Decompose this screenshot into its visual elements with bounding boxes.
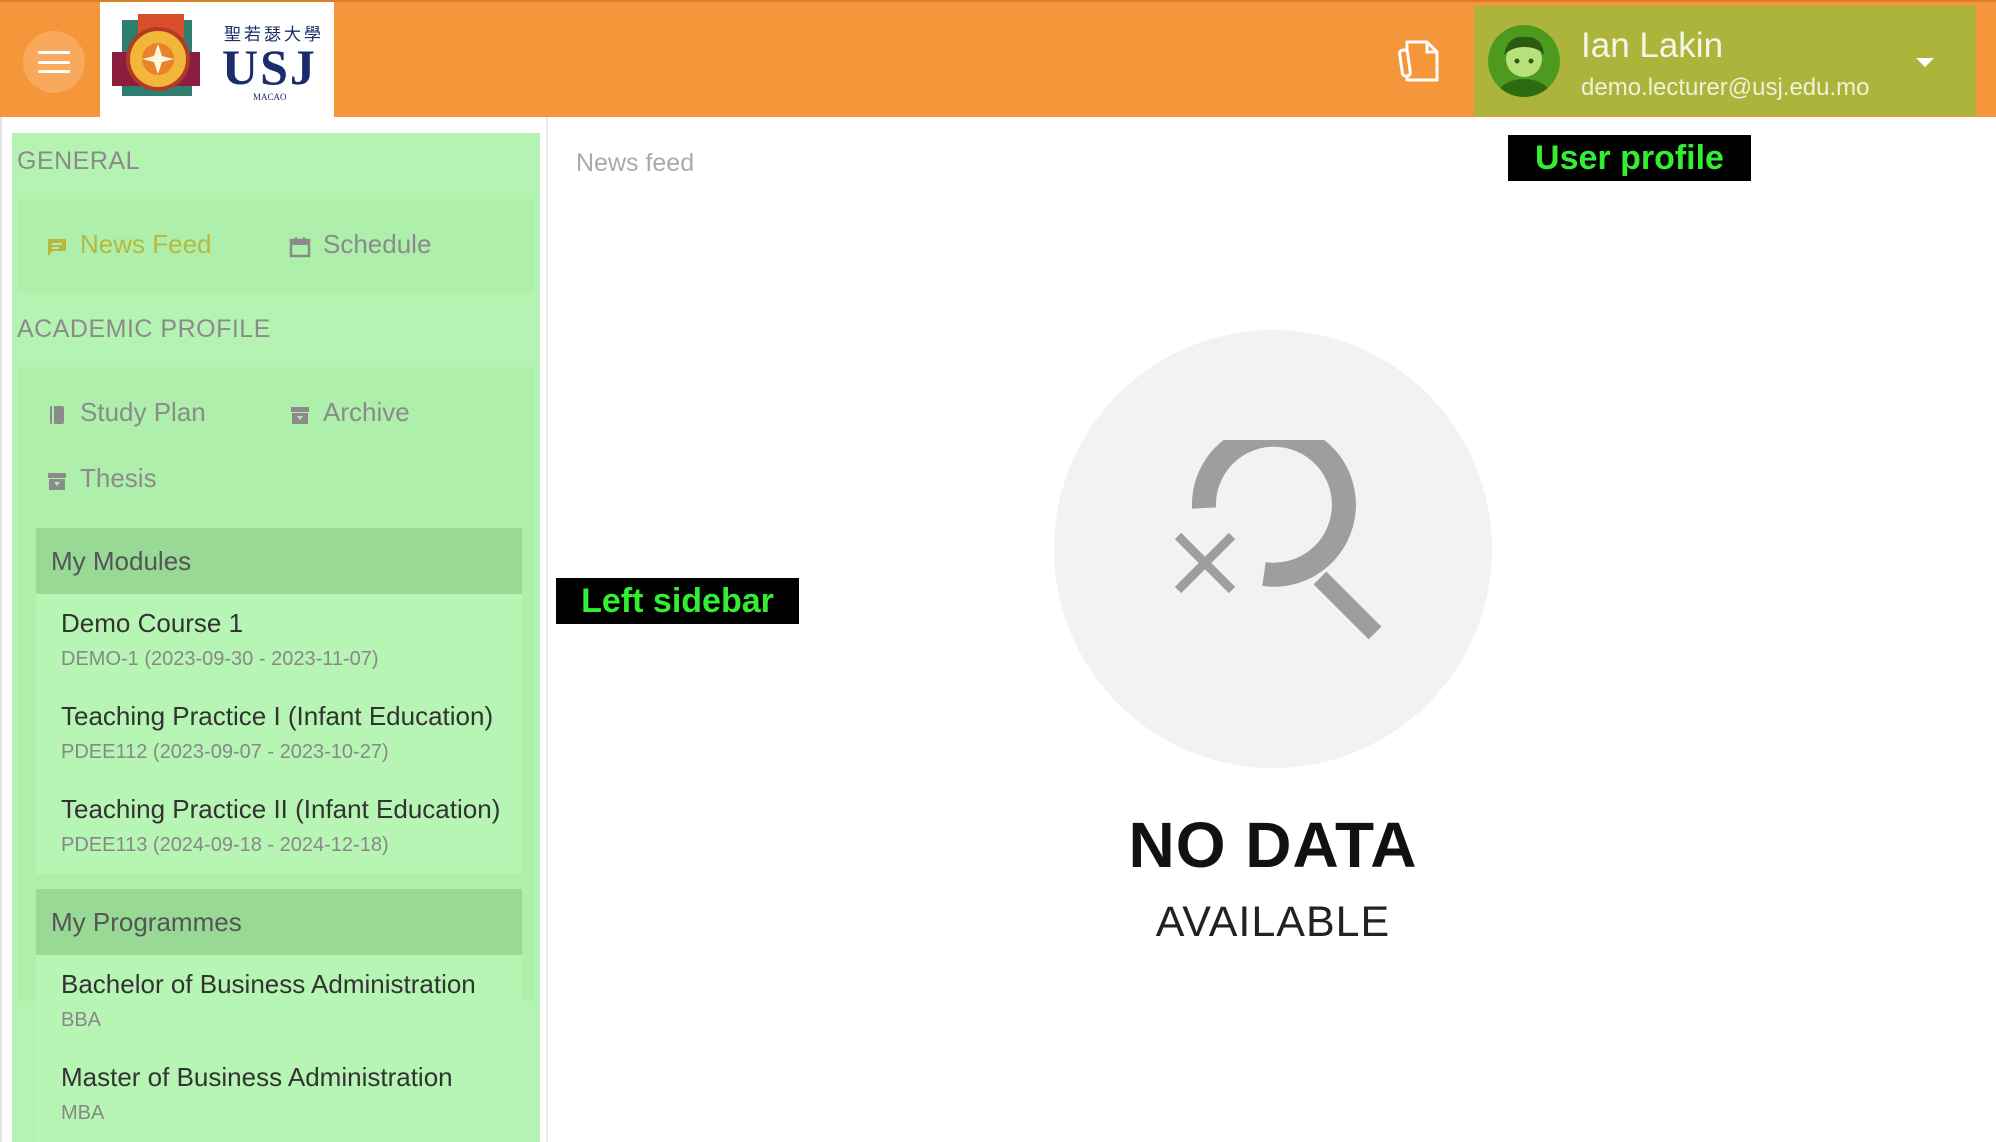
annotation-left-sidebar: Left sidebar xyxy=(556,578,799,624)
sidebar-divider xyxy=(546,117,548,1142)
left-sidebar: GENERAL News Feed Schedule ACADEMIC PROF… xyxy=(12,133,540,1142)
usj-logo[interactable]: 聖若瑟大學 USJ MACAO xyxy=(100,2,334,119)
sidebar-item-label: Thesis xyxy=(80,463,157,493)
section-title-academic-profile: ACADEMIC PROFILE xyxy=(17,315,271,343)
sidebar-item-news-feed[interactable]: News Feed xyxy=(46,229,212,260)
user-name: Ian Lakin xyxy=(1581,26,1724,65)
my-modules-list: Demo Course 1 DEMO-1 (2023-09-30 - 2023-… xyxy=(36,594,522,874)
sidebar-item-archive[interactable]: Archive xyxy=(289,397,410,428)
usj-emblem-icon xyxy=(112,14,200,96)
message-icon xyxy=(46,234,68,256)
module-title: Demo Course 1 xyxy=(61,608,244,638)
logo-subtext: MACAO xyxy=(253,92,287,102)
my-programmes-title: My Programmes xyxy=(51,906,242,937)
top-header-bar: 聖若瑟大學 USJ MACAO Ian Lakin demo.lecturer@… xyxy=(0,0,1996,119)
document-pen-icon xyxy=(1398,40,1439,82)
sidebar-item-thesis[interactable]: Thesis xyxy=(46,463,157,494)
document-button[interactable] xyxy=(1395,36,1447,88)
general-nav-panel: News Feed Schedule xyxy=(17,199,534,293)
module-code: PDEE112 (2023-09-07 - 2023-10-27) xyxy=(61,741,389,763)
user-profile-menu[interactable]: Ian Lakin demo.lecturer@usj.edu.mo xyxy=(1474,6,1976,116)
academic-nav-panel: Study Plan Archive Thesis My Modules Dem… xyxy=(17,367,534,1001)
sidebar-item-label: Archive xyxy=(323,397,410,427)
sidebar-item-label: Study Plan xyxy=(80,397,206,427)
search-no-results-icon xyxy=(1174,440,1382,640)
sidebar-item-label: News Feed xyxy=(80,229,212,259)
page-title: News feed xyxy=(576,149,695,177)
my-modules-header[interactable]: My Modules xyxy=(36,528,522,594)
programme-title: Master of Business Administration xyxy=(61,1062,453,1092)
thesis-icon xyxy=(46,468,68,490)
user-avatar-icon xyxy=(1488,25,1560,97)
module-code: PDEE113 (2024-09-18 - 2024-12-18) xyxy=(61,834,389,856)
caret-down-icon[interactable] xyxy=(1916,58,1934,67)
module-title: Teaching Practice I (Infant Education) xyxy=(61,701,494,731)
programme-code: MBA xyxy=(61,1102,105,1124)
my-modules-title: My Modules xyxy=(51,545,192,576)
sidebar-item-label: Schedule xyxy=(323,229,432,259)
annotation-user-profile: User profile xyxy=(1508,135,1751,181)
archive-icon xyxy=(289,402,311,424)
programme-code: BBA xyxy=(61,1009,102,1031)
hamburger-icon xyxy=(38,51,70,73)
sidebar-item-study-plan[interactable]: Study Plan xyxy=(46,397,206,428)
my-programmes-header[interactable]: My Programmes xyxy=(36,889,522,955)
sidebar-item-schedule[interactable]: Schedule xyxy=(289,229,431,260)
module-code: DEMO-1 (2023-09-30 - 2023-11-07) xyxy=(61,648,379,670)
page-left-edge xyxy=(0,117,2,1142)
my-programmes-list: Bachelor of Business Administration BBA … xyxy=(36,955,522,1142)
logo-text: USJ xyxy=(222,39,317,95)
empty-state-subtitle: AVAILABLE xyxy=(1155,898,1391,946)
calendar-icon xyxy=(289,234,311,257)
section-title-general: GENERAL xyxy=(17,147,140,175)
user-email: demo.lecturer@usj.edu.mo xyxy=(1581,74,1870,101)
module-title: Teaching Practice II (Infant Education) xyxy=(61,794,501,824)
empty-state-title: NO DATA xyxy=(1128,809,1418,881)
book-icon xyxy=(46,402,68,424)
programme-title: Bachelor of Business Administration xyxy=(61,969,476,999)
hamburger-menu-button[interactable] xyxy=(23,31,85,93)
